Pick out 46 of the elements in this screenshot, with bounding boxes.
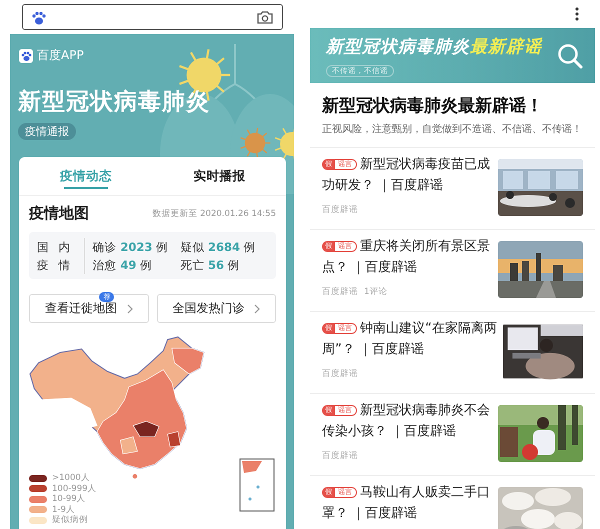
legend-label: >1000人: [52, 472, 90, 484]
chevron-icon: [126, 304, 133, 314]
stat-item: 疑似 2684 例: [180, 238, 257, 256]
legend-label: 100-999人: [52, 482, 97, 494]
app-logo-icon: [19, 48, 33, 62]
article-title[interactable]: 马鞍山有人贩卖二手口: [360, 485, 490, 500]
article-title[interactable]: 钟南山建议“在家隔离两: [360, 321, 497, 336]
stat-item: 死亡 56 例: [180, 256, 241, 274]
article-source: 百度辟谣: [322, 368, 358, 380]
banner-highlight: 最新辟谣: [470, 36, 542, 56]
report-tag: 疫情通报: [18, 123, 76, 140]
article-title[interactable]: 功研发？ ｜百度辟谣: [322, 175, 492, 196]
page-title: 新型冠状病毒肺炎: [18, 88, 211, 117]
stat-item: 确诊 2023 例: [92, 238, 169, 256]
search-icon: [557, 42, 583, 68]
banner-title: 新型冠状病毒肺炎: [326, 36, 470, 56]
brand-name: 百度APP: [37, 47, 84, 64]
comment-count: 1评论: [364, 286, 388, 298]
legend-label: 10-99人: [52, 493, 86, 505]
article-title[interactable]: 传染小孩？ ｜百度辟谣: [322, 421, 492, 442]
article-title[interactable]: 新型冠状病毒疫苗已成: [360, 157, 490, 172]
update-time: 数据更新至 2020.01.26 14:55: [152, 208, 276, 220]
article-title[interactable]: 点？ ｜百度辟谣: [322, 257, 492, 278]
tab[interactable]: 实时播报: [152, 157, 286, 195]
stat-item: 治愈 49 例: [92, 256, 153, 274]
article-title[interactable]: 周”？ ｜百度辟谣: [322, 339, 497, 360]
article-title[interactable]: 重庆将关闭所有景区景: [360, 239, 490, 254]
search-field[interactable]: [22, 4, 283, 30]
article-source: 百度辟谣: [322, 450, 358, 462]
camera-icon[interactable]: [256, 9, 274, 25]
legend-label: 疑似病例: [52, 514, 88, 526]
region-label: 疫 情: [37, 256, 74, 274]
headline: 新型冠状病毒肺炎最新辟谣！: [320, 95, 544, 117]
more-menu-icon[interactable]: [575, 7, 579, 21]
article-source: 百度辟谣: [322, 286, 358, 298]
article-title[interactable]: 新型冠状病毒肺炎不会: [360, 403, 490, 418]
paw-logo-icon: [31, 10, 47, 24]
subtitle: 正视风险，注意甄别，自觉做到不造谣、不信谣、不传谣！: [321, 122, 583, 137]
article-source: 百度辟谣: [322, 204, 358, 216]
link-button[interactable]: 全国发热门诊: [156, 294, 276, 323]
section-title: 疫情地图: [29, 204, 89, 223]
legend-label: 1-9人: [52, 504, 75, 515]
inset-map-drawing: [240, 458, 274, 512]
chevron-icon: [254, 304, 260, 314]
region-label: 国 内: [37, 238, 74, 256]
article-title[interactable]: 罩？ ｜百度辟谣: [322, 503, 492, 524]
